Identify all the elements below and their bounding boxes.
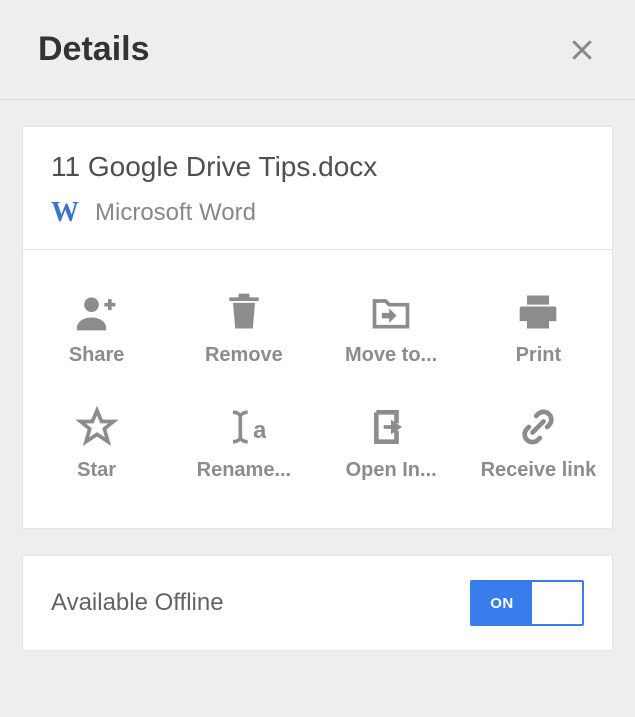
action-label: Share (69, 344, 125, 367)
action-label: Print (516, 344, 562, 367)
action-label: Rename... (197, 459, 291, 482)
file-type-label: Microsoft Word (95, 199, 256, 227)
toggle-knob (532, 582, 582, 624)
available-offline-toggle[interactable]: ON (470, 580, 584, 626)
svg-text:a: a (253, 417, 266, 444)
move-to-button[interactable]: Move to... (318, 270, 465, 385)
action-label: Star (77, 459, 116, 482)
file-name: 11 Google Drive Tips.docx (51, 151, 584, 183)
toggle-state-label: ON (472, 582, 532, 624)
file-type-row: W Microsoft Word (51, 199, 584, 227)
file-details-card: 11 Google Drive Tips.docx W Microsoft Wo… (22, 126, 613, 529)
action-label: Open In... (346, 459, 437, 482)
share-button[interactable]: Share (23, 270, 170, 385)
action-label: Receive link (481, 459, 597, 482)
printer-icon (516, 288, 560, 336)
available-offline-row: Available Offline ON (22, 555, 613, 651)
close-button[interactable] (567, 35, 597, 65)
star-button[interactable]: Star (23, 385, 170, 500)
page-title: Details (38, 30, 150, 69)
remove-button[interactable]: Remove (170, 270, 317, 385)
receive-link-button[interactable]: Receive link (465, 385, 612, 500)
content-area: 11 Google Drive Tips.docx W Microsoft Wo… (0, 100, 635, 677)
open-in-button[interactable]: Open In... (318, 385, 465, 500)
star-icon (75, 403, 119, 451)
file-info-section: 11 Google Drive Tips.docx W Microsoft Wo… (23, 127, 612, 249)
folder-arrow-icon (369, 288, 413, 336)
rename-button[interactable]: a Rename... (170, 385, 317, 500)
details-header: Details (0, 0, 635, 100)
link-icon (516, 403, 560, 451)
text-cursor-icon: a (222, 403, 266, 451)
available-offline-label: Available Offline (51, 589, 224, 617)
action-label: Move to... (345, 344, 437, 367)
trash-icon (222, 288, 266, 336)
share-person-plus-icon (75, 288, 119, 336)
word-icon: W (51, 199, 79, 227)
actions-grid: Share Remove Move to... Print (23, 250, 612, 528)
close-icon (567, 35, 597, 65)
action-label: Remove (205, 344, 283, 367)
print-button[interactable]: Print (465, 270, 612, 385)
open-in-arrow-icon (369, 403, 413, 451)
